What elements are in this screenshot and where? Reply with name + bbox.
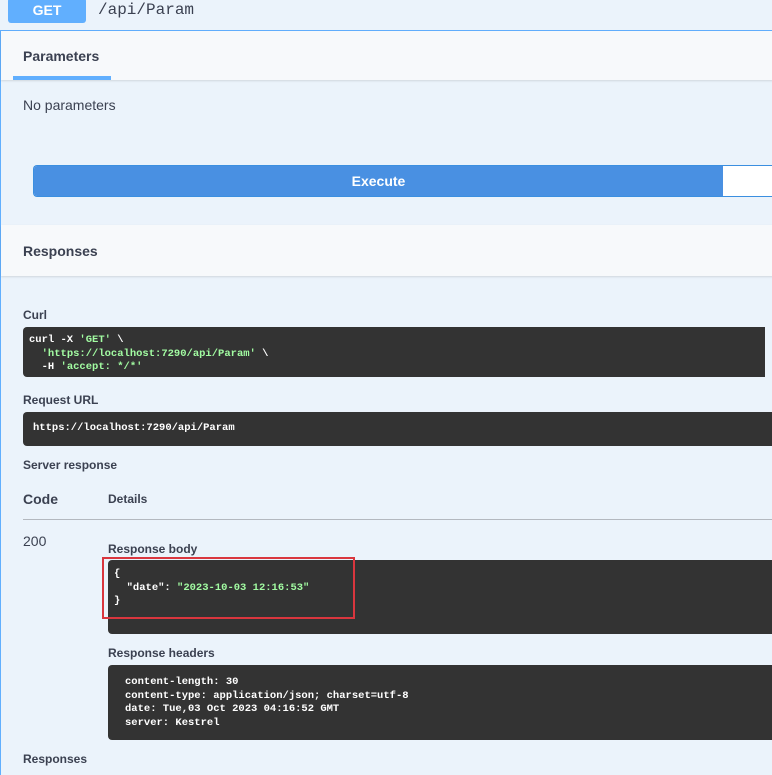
curl-url: 'https://localhost:7290/api/Param' [41,347,256,360]
execute-wrapper: Execute [33,165,772,197]
request-url-value: https://localhost:7290/api/Param [33,422,235,434]
operation-path: /api/Param [98,1,195,19]
curl-command: curl -X [29,334,80,346]
tab-parameters[interactable]: Parameters [23,48,99,64]
header-content-type: content-type: application/json; charset=… [125,689,409,702]
operation-summary[interactable]: GET /api/Param [0,0,772,31]
curl-line-1: curl -X 'GET' \ [29,334,124,346]
execute-button[interactable]: Execute [34,166,723,196]
curl-continuation: \ [110,334,124,346]
request-url-label: Request URL [23,393,99,407]
responses-footer-label: Responses [23,752,88,766]
request-url-block[interactable]: https://localhost:7290/api/Param [23,412,772,446]
response-headers-label: Response headers [108,646,215,660]
table-divider [23,519,772,520]
no-parameters-text: No parameters [23,97,116,113]
code-column-header: Code [23,491,58,507]
curl-accept-header: 'accept: */*' [60,361,143,373]
http-method-badge: GET [8,0,86,23]
header-date: date: Tue,03 Oct 2023 04:16:52 GMT [125,703,340,715]
curl-continuation-2: \ [255,347,269,360]
header-content-length: content-length: 30 [125,676,239,688]
header-server: server: Kestrel [125,716,220,729]
response-body-label: Response body [108,542,198,556]
curl-label: Curl [23,308,47,322]
curl-header-flag: -H [41,361,61,373]
curl-code-block[interactable]: curl -X 'GET' \ 'https://localhost:7290/… [23,327,765,377]
details-column-header: Details [108,492,148,506]
operation-body: Parameters No parameters Execute Respons… [0,31,772,775]
response-headers-block[interactable]: content-length: 30 content-type: applica… [108,665,772,740]
tab-active-indicator [13,76,111,80]
server-response-label: Server response [23,458,118,472]
responses-title: Responses [23,243,98,259]
highlight-annotation-box [102,557,355,619]
responses-header: Responses [1,225,772,276]
status-code: 200 [23,533,47,549]
parameters-header: Parameters [1,31,772,80]
curl-method: 'GET' [79,334,111,346]
